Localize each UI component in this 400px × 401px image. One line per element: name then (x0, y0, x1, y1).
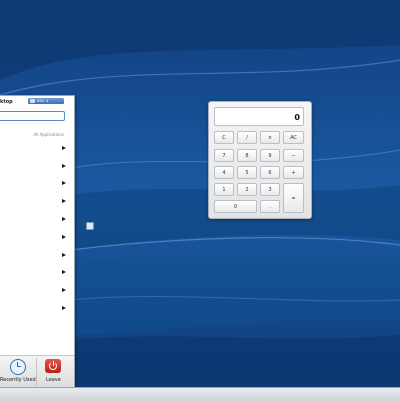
key-clear[interactable]: C (214, 131, 234, 144)
category-arrow-icon[interactable] (62, 253, 66, 257)
clock-icon (10, 359, 26, 375)
search-input[interactable] (0, 111, 65, 121)
key-1[interactable]: 1 (214, 183, 234, 196)
key-7[interactable]: 7 (214, 149, 234, 162)
tab-recently-used[interactable]: Recently Used (0, 358, 37, 386)
key-2[interactable]: 2 (237, 183, 257, 196)
desktop-file-icon[interactable] (86, 222, 94, 230)
launcher-title: ktop (0, 99, 13, 105)
calculator-widget: 0 C / × AC 7 8 9 − 4 5 6 + 1 2 3 = 0 . (208, 101, 312, 219)
category-arrow-icon[interactable] (62, 235, 66, 239)
key-0[interactable]: 0 (214, 200, 257, 213)
tab-label: Recently Used (0, 377, 36, 383)
key-all-clear[interactable]: AC (283, 131, 304, 144)
category-arrow-icon[interactable] (62, 217, 66, 221)
kde-brand-logo: KDE 4 DESKTOP (28, 98, 64, 109)
key-plus[interactable]: + (283, 166, 304, 179)
category-arrow-icon[interactable] (62, 164, 66, 168)
key-equals[interactable]: = (283, 183, 304, 213)
taskbar (0, 387, 400, 401)
key-9[interactable]: 9 (260, 149, 280, 162)
category-arrow-icon[interactable] (62, 288, 66, 292)
power-icon (45, 359, 61, 373)
section-label: All Applications (33, 132, 64, 137)
category-arrow-icon[interactable] (62, 306, 66, 310)
tab-leave[interactable]: Leave (40, 358, 72, 386)
kde-logo-icon (30, 99, 35, 103)
key-3[interactable]: 3 (260, 183, 280, 196)
brand-label: KDE 4 DESKTOP (37, 99, 55, 109)
key-decimal[interactable]: . (260, 200, 280, 213)
tab-label: Leave (46, 377, 61, 383)
launcher-tab-bar: Recently Used Leave (0, 355, 74, 388)
key-6[interactable]: 6 (260, 166, 280, 179)
key-4[interactable]: 4 (214, 166, 234, 179)
category-arrow-icon[interactable] (62, 181, 66, 185)
key-multiply[interactable]: × (260, 131, 280, 144)
key-minus[interactable]: − (283, 149, 304, 162)
category-arrow-icon[interactable] (62, 270, 66, 274)
key-8[interactable]: 8 (237, 149, 257, 162)
category-arrow-icon[interactable] (62, 199, 66, 203)
category-arrow-icon[interactable] (62, 146, 66, 150)
application-launcher: ktop KDE 4 DESKTOP All Applications Rece… (0, 95, 75, 389)
calculator-display: 0 (214, 107, 304, 126)
key-divide[interactable]: / (237, 131, 257, 144)
key-5[interactable]: 5 (237, 166, 257, 179)
